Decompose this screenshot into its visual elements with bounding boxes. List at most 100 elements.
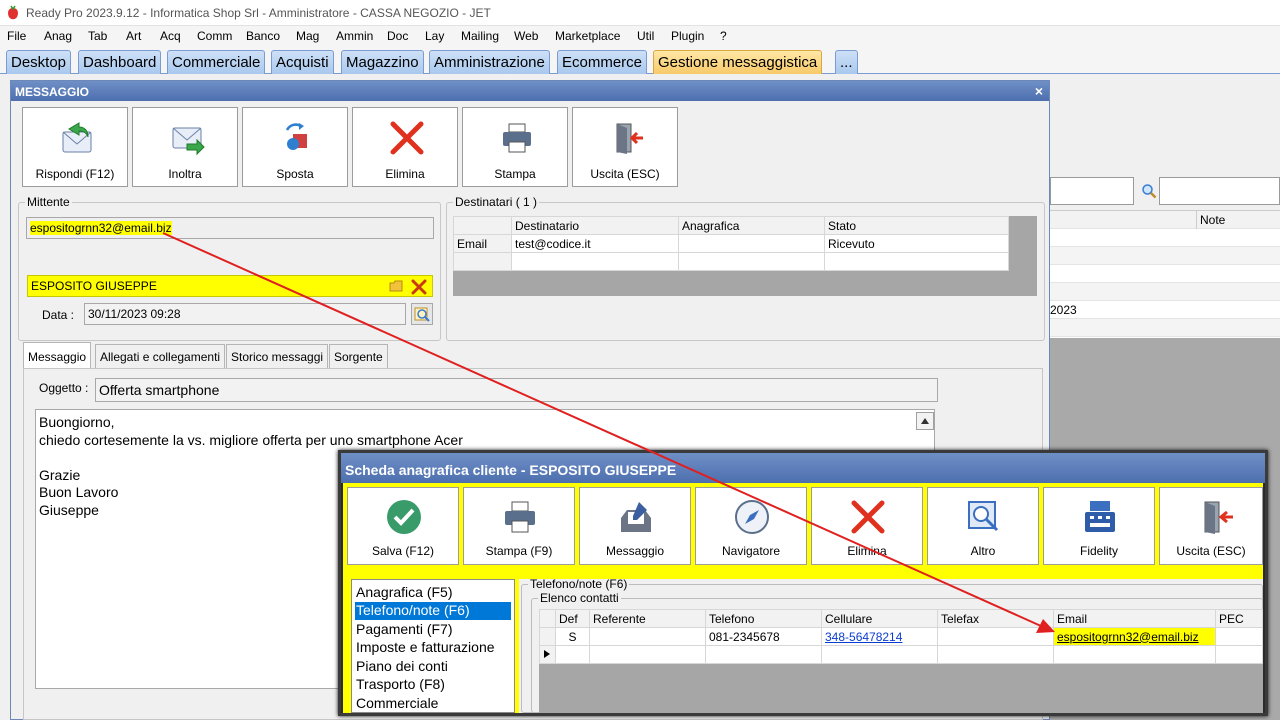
table-row[interactable]: 2023 bbox=[1050, 301, 1280, 319]
nav-pagamenti[interactable]: Pagamenti (F7) bbox=[355, 621, 511, 639]
tab-ecommerce[interactable]: Ecommerce bbox=[557, 50, 648, 74]
message-dialog-title-bar: MESSAGGIO × bbox=[11, 81, 1049, 101]
tab-storico-messaggi[interactable]: Storico messaggi bbox=[226, 344, 329, 368]
tab-dashboard[interactable]: Dashboard bbox=[78, 50, 162, 74]
menu-anag[interactable]: Anag bbox=[44, 29, 72, 43]
nav-trasporto[interactable]: Trasporto (F8) bbox=[355, 676, 511, 694]
tab-gestione-messaggistica[interactable]: Gestione messaggistica bbox=[653, 50, 823, 74]
nav-telefono-note[interactable]: Telefono/note (F6) bbox=[355, 602, 511, 620]
tab-allegati[interactable]: Allegati e collegamenti bbox=[95, 344, 226, 368]
recipients-grid: Destinatario Anagrafica Stato Email test… bbox=[453, 216, 1037, 296]
menu-art[interactable]: Art bbox=[126, 29, 141, 43]
table-row[interactable] bbox=[453, 252, 1009, 271]
table-row[interactable]: Email test@codice.it Ricevuto bbox=[453, 234, 1009, 253]
menu-tab[interactable]: Tab bbox=[88, 29, 107, 43]
table-row[interactable] bbox=[1050, 247, 1280, 265]
tab-sorgente[interactable]: Sorgente bbox=[329, 344, 388, 368]
save-button[interactable]: Salva (F12) bbox=[347, 487, 459, 565]
move-button[interactable]: Sposta bbox=[242, 107, 348, 187]
tab-more[interactable]: ... bbox=[835, 50, 858, 74]
fidelity-button[interactable]: Fidelity bbox=[1043, 487, 1155, 565]
background-grid-header: Note bbox=[1050, 211, 1280, 229]
contacts-header-telefax: Telefax bbox=[937, 609, 1054, 628]
triangle-up-icon bbox=[921, 418, 929, 424]
date-picker-button[interactable] bbox=[411, 303, 433, 325]
contact-cellulare-link[interactable]: 348-56478214 bbox=[825, 630, 902, 644]
table-row[interactable] bbox=[1050, 265, 1280, 283]
move-button-label: Sposta bbox=[276, 167, 314, 181]
menu-marketplace[interactable]: Marketplace bbox=[555, 29, 620, 43]
contacts-header-def: Def bbox=[555, 609, 590, 628]
menu-web[interactable]: Web bbox=[514, 29, 538, 43]
menu-doc[interactable]: Doc bbox=[387, 29, 408, 43]
phone-notes-legend: Telefono/note (F6) bbox=[530, 577, 628, 591]
reply-button[interactable]: Rispondi (F12) bbox=[22, 107, 128, 187]
message-button[interactable]: Messaggio bbox=[579, 487, 691, 565]
tab-desktop[interactable]: Desktop bbox=[6, 50, 72, 74]
cash-register-icon bbox=[1085, 501, 1115, 532]
contact-email-link[interactable]: espositogrnn32@email.biz bbox=[1057, 630, 1199, 644]
exit-door-icon bbox=[1204, 501, 1233, 534]
printer-icon bbox=[505, 501, 535, 533]
menu-util[interactable]: Util bbox=[637, 29, 654, 43]
menu-plugin[interactable]: Plugin bbox=[671, 29, 704, 43]
menu-acq[interactable]: Acq bbox=[160, 29, 181, 43]
print-button[interactable]: Stampa (F9) bbox=[463, 487, 575, 565]
recipient-type: Email bbox=[453, 234, 512, 253]
delete-button[interactable]: Elimina bbox=[352, 107, 458, 187]
scroll-up-button[interactable] bbox=[916, 412, 934, 430]
background-search-input[interactable] bbox=[1159, 177, 1280, 205]
tab-commerciale[interactable]: Commerciale bbox=[167, 50, 266, 74]
table-row[interactable] bbox=[1050, 229, 1280, 247]
table-row[interactable] bbox=[539, 645, 1263, 664]
menu-banco[interactable]: Banco bbox=[246, 29, 280, 43]
contact-referente bbox=[589, 627, 706, 646]
recipients-header-recipient: Destinatario bbox=[511, 216, 679, 235]
sender-name: ESPOSITO GIUSEPPE bbox=[31, 279, 157, 293]
calendar-search-icon bbox=[414, 307, 430, 322]
other-button[interactable]: Altro bbox=[927, 487, 1039, 565]
navigator-button[interactable]: Navigatore bbox=[695, 487, 807, 565]
close-icon[interactable]: × bbox=[1035, 83, 1043, 99]
table-row[interactable] bbox=[1050, 319, 1280, 337]
menu-lay[interactable]: Lay bbox=[425, 29, 444, 43]
date-field[interactable]: 30/11/2023 09:28 bbox=[84, 303, 406, 325]
contacts-header-row: Def Referente Telefono Cellulare Telefax… bbox=[539, 609, 1263, 628]
recipient-anagrafica bbox=[678, 234, 825, 253]
exit-button[interactable]: Uscita (ESC) bbox=[572, 107, 678, 187]
tab-amministrazione[interactable]: Amministrazione bbox=[429, 50, 550, 74]
tab-acquisti[interactable]: Acquisti bbox=[271, 50, 334, 74]
menu-mailing[interactable]: Mailing bbox=[461, 29, 499, 43]
exit-door-icon bbox=[616, 123, 643, 154]
nav-piano-dei-conti[interactable]: Piano dei conti bbox=[355, 658, 511, 676]
forward-button[interactable]: Inoltra bbox=[132, 107, 238, 187]
menu-help[interactable]: ? bbox=[720, 29, 727, 43]
tab-magazzino[interactable]: Magazzino bbox=[341, 50, 424, 74]
table-row[interactable] bbox=[1050, 283, 1280, 301]
menu-ammin[interactable]: Ammin bbox=[336, 29, 373, 43]
message-dialog-title: MESSAGGIO bbox=[15, 85, 90, 99]
client-card-title: Scheda anagrafica cliente - ESPOSITO GIU… bbox=[345, 462, 677, 478]
nav-imposte-fatturazione[interactable]: Imposte e fatturazione bbox=[355, 639, 511, 657]
menu-comm[interactable]: Comm bbox=[197, 29, 232, 43]
delete-button[interactable]: Elimina bbox=[811, 487, 923, 565]
tab-messaggio[interactable]: Messaggio bbox=[23, 342, 92, 368]
sender-name-field[interactable]: ESPOSITO GIUSEPPE bbox=[27, 275, 433, 297]
folder-icon[interactable] bbox=[389, 280, 403, 292]
exit-button[interactable]: Uscita (ESC) bbox=[1159, 487, 1263, 565]
nav-commerciale[interactable]: Commerciale bbox=[355, 695, 511, 713]
background-filter-input[interactable] bbox=[1050, 177, 1134, 205]
search-icon[interactable] bbox=[1141, 183, 1157, 199]
menu-mag[interactable]: Mag bbox=[296, 29, 319, 43]
subject-label: Oggetto : bbox=[39, 381, 89, 395]
print-button[interactable]: Stampa bbox=[462, 107, 568, 187]
fidelity-button-label: Fidelity bbox=[1079, 544, 1118, 558]
subject-field[interactable]: Offerta smartphone bbox=[95, 378, 938, 402]
menu-file[interactable]: File bbox=[7, 29, 26, 43]
nav-anagrafica[interactable]: Anagrafica (F5) bbox=[355, 584, 511, 602]
recipients-legend: Destinatari ( 1 ) bbox=[455, 195, 538, 209]
clear-x-icon[interactable] bbox=[411, 279, 427, 295]
phone-notes-panel: Telefono/note (F6) Elenco contatti Def R… bbox=[519, 577, 1263, 713]
sender-email-field[interactable]: espositogrnn32@email.biz bbox=[26, 217, 434, 239]
table-row[interactable]: S 081-2345678 348-56478214 espositogrnn3… bbox=[539, 627, 1263, 646]
